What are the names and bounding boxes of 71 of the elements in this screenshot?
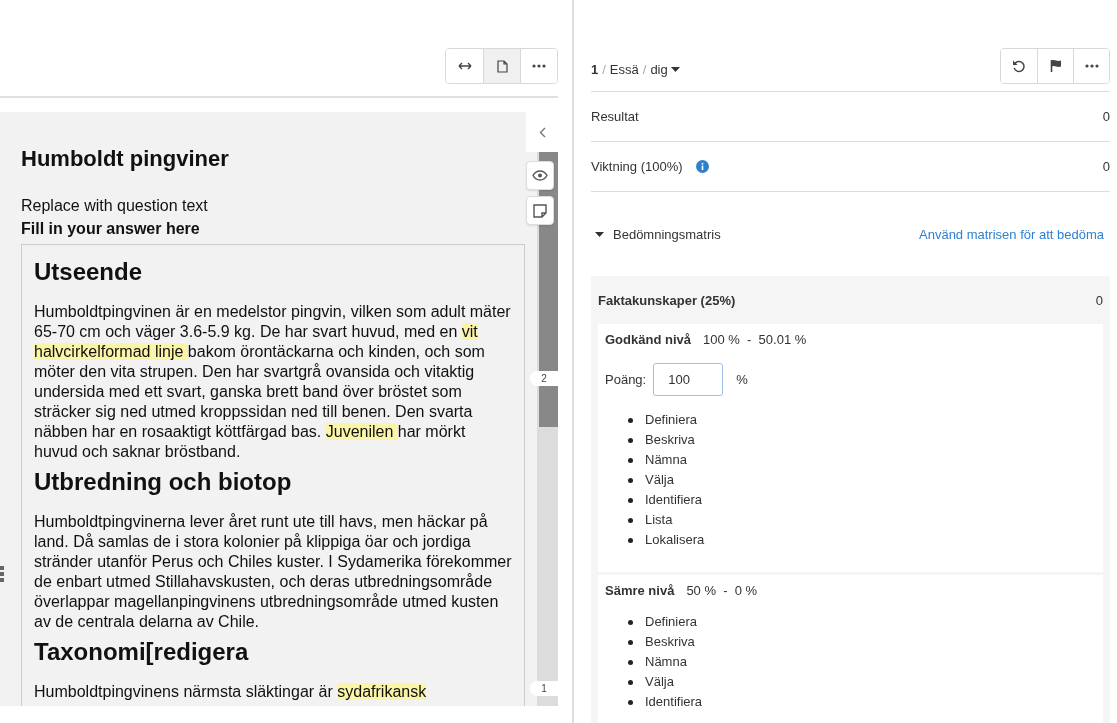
points-unit: % bbox=[736, 372, 748, 387]
note-button[interactable] bbox=[526, 196, 554, 225]
bullet-icon bbox=[628, 537, 633, 543]
answer-heading: Taxonomi[redigera bbox=[34, 638, 250, 666]
breadcrumb-separator: / bbox=[602, 62, 606, 77]
answer-paragraph: Humboldtpingvinerna lever året runt ute till havs, men häckar på land. Då samlas de i stora kolonier på klippiga öar och jordiga stränder utanför Perus och Chiles kuster. I Sydamerika förekommer de enbart utmed Stillahavskusten, och deras utbredningsområde överlappar magellanpingvinens utbredningsområde utmed kusten av de centrala delarna av Chile. bbox=[34, 512, 512, 632]
answer-heading: Utseende bbox=[34, 258, 144, 286]
breadcrumb-separator: / bbox=[642, 62, 647, 77]
level-name: Godkänd nivå bbox=[605, 332, 691, 347]
level-item: Identifiera bbox=[645, 693, 703, 711]
drag-handle-icon[interactable] bbox=[0, 566, 5, 582]
row-label: Viktning (100%) bbox=[591, 159, 683, 174]
row-value: 0 bbox=[1102, 159, 1110, 174]
criterion-name: Faktakunskaper (25%) bbox=[598, 292, 736, 308]
rubric-toggle[interactable]: Bedömningsmatris bbox=[591, 226, 721, 242]
answer-heading: Utbredning och biotop bbox=[34, 468, 293, 496]
level-item: Beskriva bbox=[645, 633, 695, 651]
row-value: 0 bbox=[1102, 109, 1110, 124]
user-dropdown[interactable]: dig bbox=[650, 62, 680, 77]
bullet-icon bbox=[628, 699, 633, 705]
points-label: Poäng: bbox=[605, 372, 647, 387]
level-item: Välja bbox=[645, 673, 674, 691]
bullet-icon bbox=[628, 619, 633, 625]
bullet-icon bbox=[628, 659, 633, 665]
level-item: Nämna bbox=[645, 451, 687, 469]
level-item: Definiera bbox=[645, 411, 698, 429]
bullet-icon bbox=[628, 477, 633, 483]
level-range: 100 % - 50.01 % bbox=[702, 332, 807, 347]
question-title: Humboldt pingviner bbox=[21, 146, 230, 172]
eye-icon bbox=[532, 170, 548, 181]
level-range: 50 % - 0 % bbox=[686, 583, 758, 598]
bullet-icon bbox=[628, 517, 633, 523]
chevron-left-icon bbox=[538, 126, 546, 138]
criterion-score: 0 bbox=[1095, 292, 1103, 308]
level-item: Välja bbox=[645, 471, 674, 489]
level-item: Lista bbox=[645, 511, 673, 529]
question-text: Replace with question text bbox=[21, 196, 209, 216]
answer-box[interactable] bbox=[21, 244, 525, 706]
document-icon bbox=[496, 59, 508, 73]
caret-down-icon bbox=[670, 67, 680, 72]
level-item: Nämna bbox=[645, 653, 687, 671]
answer-paragraph: Humboldtpingvinen är en medelstor pingvin, vilken som adult mäter 65-70 cm och väger 3.6-5.9 kg. De har svart huvud, med en vit halvcirkelformad linje bakom örontäckarna och kinden, och som möter den vita strupen. Den har svartgrå ovansida och vitaktig undersida med ett svart, ganska brett band över bröstet som sträcker sig ned utmed kroppssidan ned till benen. Den svarta näbben har en rosaaktigt köttfärgad bas. Juvenilen har mörkt huvud och saknar bröstband. bbox=[34, 302, 512, 462]
level-item: Definiera bbox=[645, 613, 698, 631]
bullet-icon bbox=[628, 417, 633, 423]
bullet-icon bbox=[628, 679, 633, 685]
level-item: Beskriva bbox=[645, 431, 695, 449]
use-rubric-link[interactable]: Använd matrisen för att bedöma bbox=[919, 226, 1104, 242]
level-item: Identifiera bbox=[645, 491, 703, 509]
more-icon bbox=[1084, 64, 1099, 68]
row-label: Resultat bbox=[591, 109, 639, 124]
bullet-icon bbox=[628, 437, 633, 443]
flag-icon bbox=[1049, 59, 1062, 73]
question-type: Essä bbox=[609, 62, 639, 77]
level-name: Sämre nivå bbox=[605, 583, 675, 598]
level-item: Lokalisera bbox=[645, 531, 705, 549]
answer-paragraph: Humboldtpingvinens närmsta släktingar är sydafrikansk bbox=[34, 682, 428, 702]
preview-button[interactable] bbox=[526, 161, 554, 190]
note-icon bbox=[533, 203, 547, 218]
undo-icon bbox=[1012, 59, 1026, 73]
answer-prompt: Fill in your answer here bbox=[21, 219, 201, 239]
more-icon bbox=[532, 64, 546, 68]
comment-marker[interactable]: 1 bbox=[530, 681, 558, 696]
horizontal-arrows-icon bbox=[457, 62, 472, 70]
bullet-icon bbox=[628, 457, 633, 463]
caret-down-icon bbox=[595, 231, 604, 237]
points-field[interactable]: 100 bbox=[653, 363, 724, 396]
question-number: 1 bbox=[591, 62, 599, 77]
bullet-icon bbox=[628, 497, 633, 503]
info-icon[interactable] bbox=[695, 160, 709, 173]
comment-marker[interactable]: 2 bbox=[530, 371, 558, 386]
bullet-icon bbox=[628, 639, 633, 645]
